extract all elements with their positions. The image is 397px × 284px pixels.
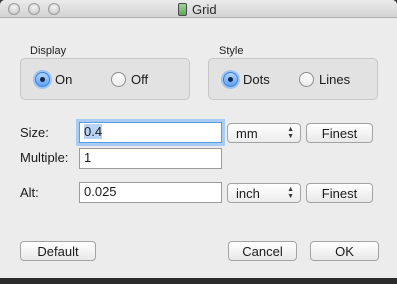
zoom-window-button[interactable] (48, 3, 60, 15)
title-bar: Grid (0, 0, 397, 18)
close-window-button[interactable] (8, 3, 20, 15)
display-off-label: Off (131, 72, 149, 87)
radio-indicator (111, 72, 126, 87)
multiple-input[interactable]: 1 (79, 148, 222, 169)
stepper-arrows-icon: ▲ ▼ (287, 186, 294, 200)
radio-indicator (299, 72, 314, 87)
style-lines-radio[interactable]: Lines (299, 72, 350, 87)
style-lines-label: Lines (319, 72, 351, 87)
window-title-text: Grid (192, 1, 217, 17)
grid-dialog: Grid Display On Off Style Dots Lines Siz… (0, 0, 397, 284)
style-dots-radio[interactable]: Dots (223, 72, 270, 87)
size-input-value: 0.4 (84, 124, 103, 139)
size-finest-button[interactable]: Finest (306, 123, 373, 143)
alt-label: Alt: (20, 185, 39, 200)
style-dots-label: Dots (243, 72, 270, 87)
style-group: Dots Lines (208, 58, 378, 100)
display-on-label: On (55, 72, 73, 87)
stepper-arrows-icon: ▲ ▼ (287, 126, 294, 140)
display-off-radio[interactable]: Off (111, 72, 148, 87)
display-group-label: Display (30, 45, 67, 57)
alt-input[interactable]: 0.025 (79, 182, 222, 203)
size-unit-value: mm (236, 125, 258, 141)
background-strip (0, 278, 397, 284)
minimize-window-button[interactable] (28, 3, 40, 15)
alt-unit-select[interactable]: inch ▲ ▼ (227, 183, 301, 203)
app-icon (178, 2, 187, 16)
ok-button[interactable]: OK (310, 241, 379, 261)
cancel-button[interactable]: Cancel (228, 241, 297, 261)
alt-unit-value: inch (236, 185, 260, 201)
display-group: On Off (20, 58, 190, 100)
multiple-label: Multiple: (20, 150, 69, 165)
radio-selected-indicator (223, 72, 238, 87)
default-button[interactable]: Default (20, 241, 96, 261)
radio-selected-indicator (35, 72, 50, 87)
window-title: Grid (178, 1, 217, 17)
display-on-radio[interactable]: On (35, 72, 72, 87)
alt-finest-button[interactable]: Finest (306, 183, 373, 203)
style-group-label: Style (219, 45, 244, 57)
size-unit-select[interactable]: mm ▲ ▼ (227, 123, 301, 143)
size-label: Size: (20, 125, 49, 140)
size-input[interactable]: 0.4 (79, 122, 222, 143)
